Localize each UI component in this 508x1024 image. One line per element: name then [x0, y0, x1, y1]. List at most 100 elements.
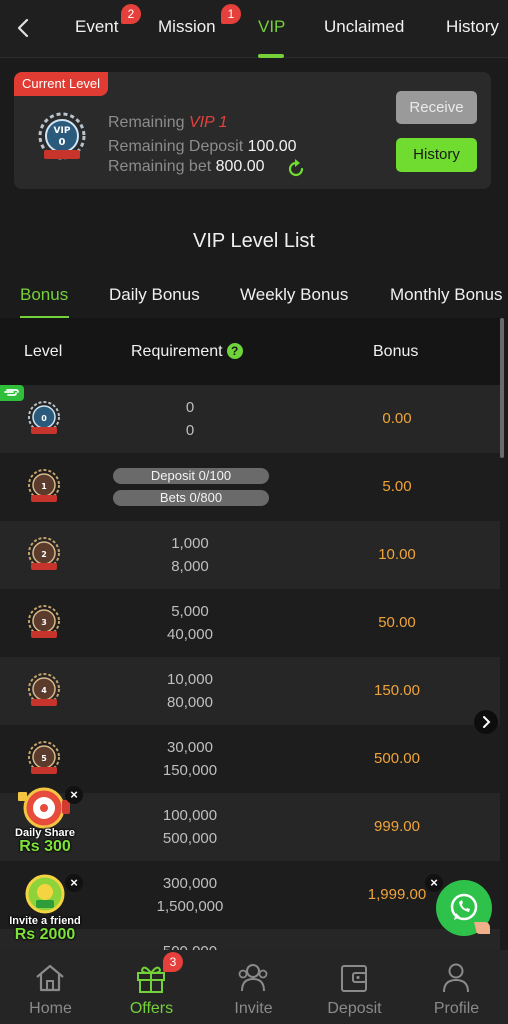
- daily-share-close-button[interactable]: ×: [65, 786, 83, 804]
- nav-home[interactable]: Home: [0, 950, 101, 1024]
- table-row: 0 0 0 0.00: [0, 385, 500, 453]
- bonus-value: 0.00: [382, 410, 412, 427]
- wallet-icon: [341, 965, 367, 992]
- card-vip-number: 0: [59, 137, 66, 148]
- whatsapp-button[interactable]: [436, 880, 492, 936]
- invite-close-button[interactable]: ×: [65, 874, 83, 892]
- tab-mission[interactable]: Mission: [158, 17, 216, 37]
- svg-text:3: 3: [41, 618, 47, 627]
- requirement-bet: 1,500,000: [156, 898, 224, 915]
- vip-badge-icon: VIP 0: [38, 112, 86, 160]
- refresh-icon[interactable]: [286, 159, 306, 179]
- tab-history[interactable]: History: [446, 17, 499, 37]
- invite-amount: Rs 2000: [14, 926, 76, 943]
- nav-profile[interactable]: Profile: [406, 950, 507, 1024]
- event-badge: 2: [121, 4, 141, 24]
- pointing-hand-icon: [4, 389, 19, 396]
- chevron-right-icon: [483, 716, 491, 728]
- back-arrow-icon[interactable]: [10, 12, 36, 44]
- requirement-bet: 500,000: [162, 830, 218, 847]
- nav-home-label: Home: [29, 1000, 72, 1017]
- requirement-bet: 8,000: [171, 558, 209, 575]
- requirement-deposit: 10,000: [167, 671, 213, 688]
- card-vip-label: VIP: [54, 126, 71, 136]
- vip-level-badge-icon: 0: [28, 401, 60, 434]
- remaining-bet-value: 800.00: [215, 158, 265, 175]
- remaining-deposit: Remaining Deposit 100.00: [108, 138, 297, 155]
- table-row: 4 10,000 80,000 150.00: [0, 657, 500, 725]
- header-level: Level: [24, 343, 63, 360]
- tab-vip[interactable]: VIP: [258, 17, 285, 37]
- scroll-right-button[interactable]: [474, 710, 498, 734]
- requirement-deposit: 5,000: [171, 603, 209, 620]
- vip-level-badge-icon: 4: [28, 673, 60, 706]
- subtab-daily-bonus[interactable]: Daily Bonus: [109, 285, 200, 305]
- remaining-vip: VIP 1: [188, 114, 228, 131]
- remaining-level: Remaining VIP 1: [108, 114, 228, 131]
- table-row: 2 1,000 8,000 10.00: [0, 521, 500, 589]
- subtab-weekly-bonus[interactable]: Weekly Bonus: [240, 285, 348, 305]
- requirement-bet: 0: [185, 422, 195, 439]
- header-bonus: Bonus: [373, 343, 419, 360]
- subtab-monthly-bonus[interactable]: Monthly Bonus: [390, 285, 502, 305]
- remaining-deposit-value: 100.00: [247, 138, 297, 155]
- whatsapp-close-button[interactable]: ×: [425, 874, 443, 892]
- svg-text:4: 4: [41, 686, 47, 695]
- tab-event[interactable]: Event: [75, 17, 118, 37]
- remaining-bet: Remaining bet 800.00: [108, 158, 265, 175]
- table-scrollbar[interactable]: [500, 318, 504, 458]
- help-icon[interactable]: ?: [226, 343, 243, 359]
- bonus-value: 150.00: [374, 682, 420, 699]
- requirement-deposit: 0: [185, 399, 195, 416]
- nav-offers[interactable]: 3 Offers: [101, 950, 202, 1024]
- history-button[interactable]: History: [396, 138, 477, 172]
- table-row: 1 Deposit 0/100 Bets 0/800 5.00: [0, 453, 500, 521]
- vip-level-table: 0 0 0 0.00 1 Deposit 0/100 Bets 0/800 5.…: [0, 385, 500, 950]
- top-navigation: Event 2 Mission 1 VIP Unclaimed History: [0, 0, 508, 58]
- daily-share-amount: Rs 300: [19, 838, 71, 855]
- subtab-bonus[interactable]: Bonus: [20, 285, 68, 305]
- requirement-deposit: 1,000: [171, 535, 209, 552]
- vip-level-badge-icon: 3: [28, 605, 60, 638]
- bonus-value: 10.00: [378, 546, 416, 563]
- bottom-navigation: Home 3 Offers Invite Deposit Profile: [0, 950, 508, 1024]
- table-row: 5 30,000 150,000 500.00: [0, 725, 500, 793]
- table-row: 3 5,000 40,000 50.00: [0, 589, 500, 657]
- nav-offers-label: Offers: [129, 1000, 174, 1017]
- requirement-deposit: 30,000: [167, 739, 213, 756]
- deposit-progress-pill: Deposit 0/100: [113, 468, 269, 484]
- nav-invite-label: Invite: [234, 1000, 273, 1017]
- header-requirement: Requirement?: [131, 343, 243, 361]
- tab-unclaimed[interactable]: Unclaimed: [324, 17, 404, 37]
- nav-invite[interactable]: Invite: [203, 950, 304, 1024]
- nav-deposit[interactable]: Deposit: [304, 950, 405, 1024]
- spin-wheel-icon: [18, 787, 70, 829]
- active-tab-indicator: [258, 54, 284, 58]
- requirement-deposit: 500,000: [100, 940, 280, 950]
- home-icon: [36, 964, 64, 992]
- requirement-deposit: 100,000: [162, 807, 218, 824]
- bonus-value: 5.00: [382, 478, 412, 495]
- requirement-bet: 150,000: [162, 762, 218, 779]
- svg-text:0: 0: [41, 414, 47, 423]
- requirement-bet: 80,000: [167, 694, 213, 711]
- current-level-card: Current Level VIP 0 Remaining VIP 1 Rema…: [14, 72, 491, 189]
- receive-button[interactable]: Receive: [396, 91, 477, 124]
- section-title: VIP Level List: [193, 230, 315, 252]
- daily-share-promo[interactable]: × Daily Share Rs 300: [2, 786, 88, 856]
- current-level-tag: Current Level: [14, 72, 109, 96]
- svg-text:5: 5: [41, 754, 47, 763]
- bets-progress-pill: Bets 0/800: [113, 490, 269, 506]
- requirement-bet: 40,000: [167, 626, 213, 643]
- nav-profile-label: Profile: [433, 1000, 480, 1017]
- pointer-hand-icon: [474, 922, 490, 934]
- bonus-value: 500.00: [374, 750, 420, 767]
- offers-badge: 3: [163, 952, 183, 972]
- invite-friend-promo[interactable]: × Invite a friend Rs 2000: [2, 872, 88, 944]
- nav-deposit-label: Deposit: [327, 1000, 382, 1017]
- svg-text:2: 2: [41, 550, 47, 559]
- bonus-value: 50.00: [378, 614, 416, 631]
- vip-level-badge-icon: 2: [28, 537, 60, 570]
- invite-icon: [238, 964, 268, 992]
- current-row-indicator: [0, 385, 24, 401]
